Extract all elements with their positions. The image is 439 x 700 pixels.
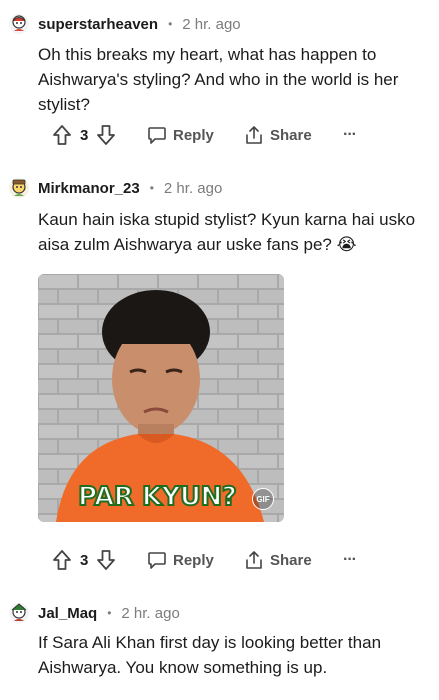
username[interactable]: Mirkmanor_23 bbox=[38, 180, 140, 197]
reply-label: Reply bbox=[173, 126, 214, 144]
comment-body: Oh this breaks my heart, what has happen… bbox=[38, 45, 399, 114]
separator-dot: • bbox=[168, 17, 173, 31]
reply-icon bbox=[148, 552, 166, 569]
comment-body: If Sara Ali Khan first day is looking be… bbox=[38, 633, 382, 677]
avatar[interactable] bbox=[8, 602, 30, 624]
reply-icon bbox=[148, 127, 166, 144]
downvote-icon[interactable] bbox=[96, 124, 116, 146]
username[interactable]: superstarheaven bbox=[38, 16, 158, 33]
more-icon: ··· bbox=[343, 551, 357, 568]
upvote-icon[interactable] bbox=[52, 124, 72, 146]
vote-count: 3 bbox=[80, 551, 89, 569]
comment-header: Jal_Maq • 2 hr. ago bbox=[8, 600, 180, 626]
comment-body: Kaun hain iska stupid stylist? Kyun karn… bbox=[38, 210, 416, 254]
timestamp: 2 hr. ago bbox=[182, 15, 241, 33]
share-icon bbox=[246, 126, 262, 144]
comment-actions: 3 Reply Share ··· bbox=[0, 545, 439, 575]
vote-control: 3 bbox=[52, 120, 116, 150]
gif-caption: PAR KYUN? bbox=[77, 481, 238, 513]
share-icon bbox=[246, 551, 262, 569]
avatar[interactable] bbox=[8, 13, 30, 35]
comment-header: Mirkmanor_23 • 2 hr. ago bbox=[8, 175, 222, 201]
share-button[interactable]: Share bbox=[244, 545, 312, 575]
avatar[interactable] bbox=[8, 177, 30, 199]
separator-dot: • bbox=[149, 181, 154, 195]
username[interactable]: Jal_Maq bbox=[38, 605, 97, 622]
gif-badge: GIF bbox=[252, 488, 274, 510]
timestamp: 2 hr. ago bbox=[163, 179, 223, 197]
reply-button[interactable]: Reply bbox=[147, 545, 214, 575]
vote-control: 3 bbox=[52, 545, 116, 575]
share-label: Share bbox=[270, 551, 312, 569]
more-options-button[interactable]: ··· bbox=[343, 120, 357, 150]
more-icon: ··· bbox=[343, 126, 357, 143]
vote-count: 3 bbox=[80, 126, 89, 144]
gif-image[interactable]: PAR KYUN? GIF bbox=[38, 274, 284, 522]
comment-actions: 3 Reply Share ··· bbox=[0, 120, 439, 150]
upvote-icon[interactable] bbox=[52, 549, 72, 571]
separator-dot: • bbox=[107, 606, 112, 620]
timestamp: 2 hr. ago bbox=[121, 604, 180, 622]
reply-label: Reply bbox=[173, 551, 214, 569]
share-button[interactable]: Share bbox=[244, 120, 312, 150]
comment-header: superstarheaven • 2 hr. ago bbox=[8, 11, 241, 37]
reply-button[interactable]: Reply bbox=[147, 120, 214, 150]
downvote-icon[interactable] bbox=[96, 549, 116, 571]
share-label: Share bbox=[270, 126, 312, 144]
more-options-button[interactable]: ··· bbox=[343, 545, 357, 575]
